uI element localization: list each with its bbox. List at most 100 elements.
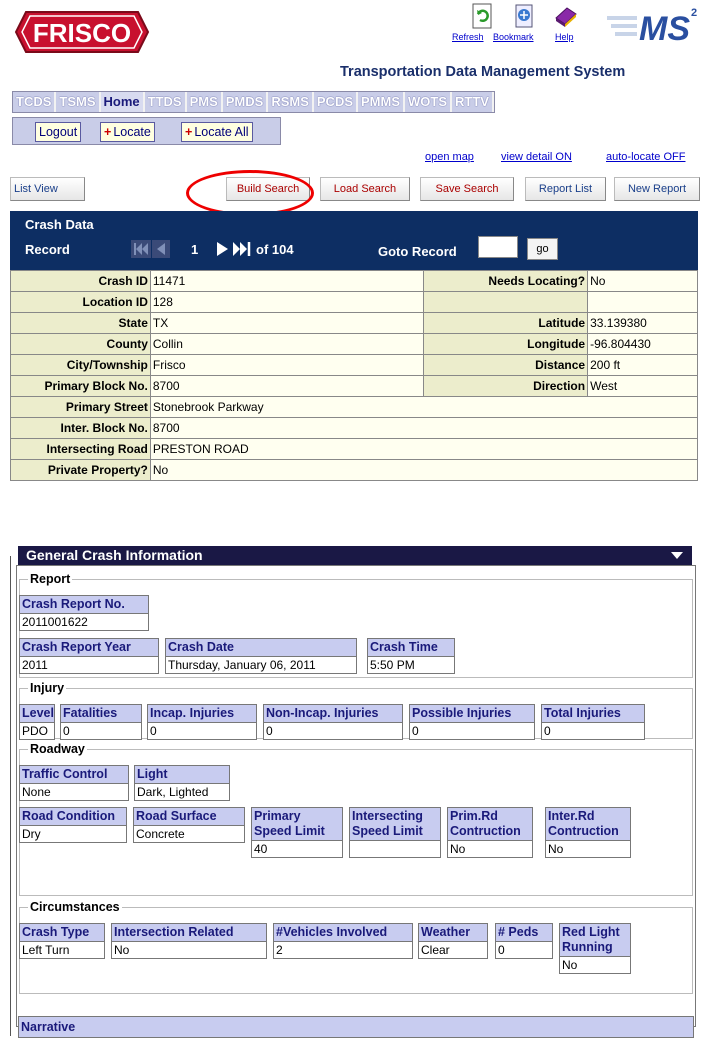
tab-pmms[interactable]: PMMS	[358, 92, 406, 112]
crash-type-field: Crash Type Left Turn	[19, 923, 105, 959]
tab-tsms[interactable]: TSMS	[56, 92, 101, 112]
table-row: Private Property? No	[10, 459, 699, 481]
refresh-icon[interactable]	[469, 2, 499, 32]
field-value: No	[111, 942, 267, 959]
tab-tcds[interactable]: TCDS	[13, 92, 57, 112]
field-label-line: Prim.Rd	[450, 809, 498, 823]
field-value: 5:50 PM	[367, 657, 455, 674]
field-value: 200 ft	[587, 354, 698, 376]
goto-record-input[interactable]	[478, 236, 518, 258]
field-label: City/Township	[10, 354, 151, 376]
field-value: Collin	[149, 333, 425, 355]
field-value	[349, 841, 441, 858]
narrative-header: Narrative	[18, 1016, 694, 1038]
field-value: No	[545, 841, 631, 858]
field-value: PRESTON ROAD	[149, 438, 699, 460]
auto-locate-link[interactable]: auto-locate OFF	[606, 151, 685, 163]
logout-button[interactable]: Logout	[35, 122, 82, 142]
bookmark-icon[interactable]	[511, 2, 541, 32]
view-detail-link[interactable]: view detail ON	[501, 151, 572, 163]
tab-wots[interactable]: WOTS	[405, 92, 453, 112]
field-label: Crash Date	[165, 638, 357, 657]
system-title: Transportation Data Management System	[340, 64, 626, 80]
tab-rttv[interactable]: RTTV	[452, 92, 494, 112]
field-label: Crash Report No.	[19, 595, 149, 614]
field-value: 0	[495, 942, 553, 959]
tab-pcds[interactable]: PCDS	[314, 92, 359, 112]
tab-rsms[interactable]: RSMS	[268, 92, 314, 112]
bookmark-link[interactable]: Bookmark	[493, 32, 534, 42]
locate-button[interactable]: + Locate	[100, 122, 155, 142]
locate-label: Locate	[113, 125, 151, 139]
field-value: No	[587, 270, 698, 292]
field-label: Inter. Block No.	[10, 417, 151, 439]
tab-ttds[interactable]: TTDS	[145, 92, 187, 112]
current-record: 1	[191, 242, 199, 257]
locate-all-button[interactable]: + Locate All	[181, 122, 253, 142]
field-label: Total Injuries	[541, 704, 645, 723]
refresh-link[interactable]: Refresh	[452, 32, 484, 42]
road-condition-field: Road Condition Dry	[19, 807, 127, 843]
field-label: Prim.Rd Contruction	[447, 807, 533, 841]
tab-pms[interactable]: PMS	[187, 92, 223, 112]
go-button[interactable]: go	[527, 238, 558, 260]
logo-text: FRISCO	[33, 18, 131, 48]
next-record-icon[interactable]	[213, 240, 231, 261]
vehicles-involved-field: #Vehicles Involved 2	[273, 923, 413, 959]
table-row: Primary Block No. 8700 Direction West	[10, 375, 698, 397]
list-view-button[interactable]: List View	[10, 177, 85, 201]
field-value: 8700	[149, 417, 699, 439]
field-value: Clear	[418, 942, 488, 959]
field-label-line: Speed Limit	[352, 824, 423, 838]
tab-pmds[interactable]: PMDS	[223, 92, 269, 112]
field-label-line: Speed Limit	[254, 824, 325, 838]
open-map-link[interactable]: open map	[425, 151, 474, 163]
new-report-button[interactable]: New Report	[614, 177, 700, 201]
collapse-icon[interactable]	[670, 546, 684, 570]
locate-all-label: Locate All	[194, 125, 249, 139]
crosshair-icon: +	[104, 125, 112, 139]
crash-data-header: Crash Data Record 1 of 104 Goto Record g…	[10, 211, 698, 270]
field-value: Concrete	[133, 826, 245, 843]
header-tools: Refresh Bookmark Help	[452, 2, 585, 52]
field-label	[423, 291, 589, 313]
crash-data-title: Crash Data	[25, 217, 94, 232]
field-label-line: Primary	[254, 809, 301, 823]
field-value: 128	[149, 291, 425, 313]
non-incap-injuries-field: Non-Incap. Injuries 0	[263, 704, 403, 740]
table-row: City/Township Frisco Distance 200 ft	[10, 354, 698, 376]
help-icon[interactable]	[553, 2, 583, 32]
field-label-line: Contruction	[450, 824, 521, 838]
tab-home[interactable]: Home	[100, 92, 145, 112]
prim-rd-construction-field: Prim.Rd Contruction No	[447, 807, 533, 858]
field-value: No	[559, 957, 631, 974]
last-record-icon[interactable]	[231, 240, 253, 261]
crash-date-field: Crash Date Thursday, January 06, 2011	[165, 638, 357, 674]
general-crash-header[interactable]: General Crash Information	[18, 546, 692, 565]
field-value: 0	[147, 723, 257, 740]
field-value: 33.139380	[587, 312, 698, 334]
field-label: Intersection Related	[111, 923, 267, 942]
field-value: Stonebrook Parkway	[149, 396, 699, 418]
report-list-button[interactable]: Report List	[525, 177, 606, 201]
table-row: Intersecting Road PRESTON ROAD	[10, 438, 699, 460]
field-value: Dry	[19, 826, 127, 843]
field-value: No	[447, 841, 533, 858]
light-field: Light Dark, Lighted	[134, 765, 230, 801]
prev-record-icon[interactable]	[152, 240, 170, 261]
field-label: Needs Locating?	[423, 270, 589, 292]
field-value: 2011001622	[19, 614, 149, 631]
field-label: Crash ID	[10, 270, 151, 292]
load-search-button[interactable]: Load Search	[320, 177, 410, 201]
ms2-logo: MS 2	[605, 2, 700, 52]
field-label: # Peds	[495, 923, 553, 942]
save-search-button[interactable]: Save Search	[420, 177, 514, 201]
field-value: None	[19, 784, 129, 801]
field-label: Distance	[423, 354, 589, 376]
table-row: Inter. Block No. 8700	[10, 417, 699, 439]
field-label: Fatalities	[60, 704, 142, 723]
first-record-icon[interactable]	[131, 240, 151, 261]
crash-data-grid: Crash ID 11471 Needs Locating? No Locati…	[10, 270, 699, 481]
field-label: Incap. Injuries	[147, 704, 257, 723]
help-link[interactable]: Help	[555, 32, 574, 42]
